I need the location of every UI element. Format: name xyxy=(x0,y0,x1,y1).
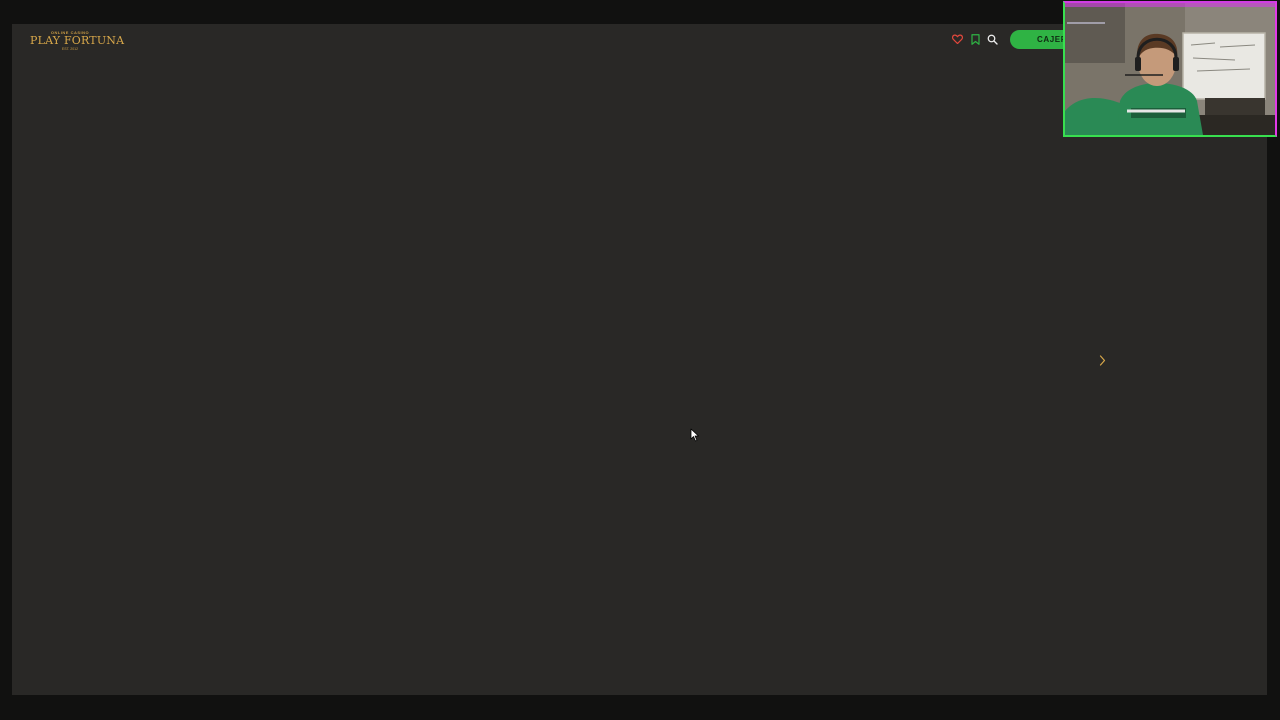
heart-icon xyxy=(951,34,963,44)
bookmarks-button[interactable] xyxy=(968,32,982,46)
chevron-right-icon xyxy=(1099,354,1105,366)
mouse-cursor xyxy=(690,428,699,442)
logo-name: PLAY FORTUNA xyxy=(30,34,125,47)
logo-est: EST. 2012 xyxy=(61,47,79,51)
bookmark-icon xyxy=(970,33,980,45)
search-icon xyxy=(987,34,998,45)
webcam-video-feed xyxy=(1065,3,1275,135)
carousel-next-button[interactable] xyxy=(1095,353,1109,367)
search-button[interactable] xyxy=(985,32,999,46)
webcam-overlay xyxy=(1063,1,1277,137)
favorites-button[interactable] xyxy=(950,32,964,46)
play-fortuna-logo[interactable]: ONLINE CASINO PLAY FORTUNA EST. 2012 xyxy=(30,30,125,51)
